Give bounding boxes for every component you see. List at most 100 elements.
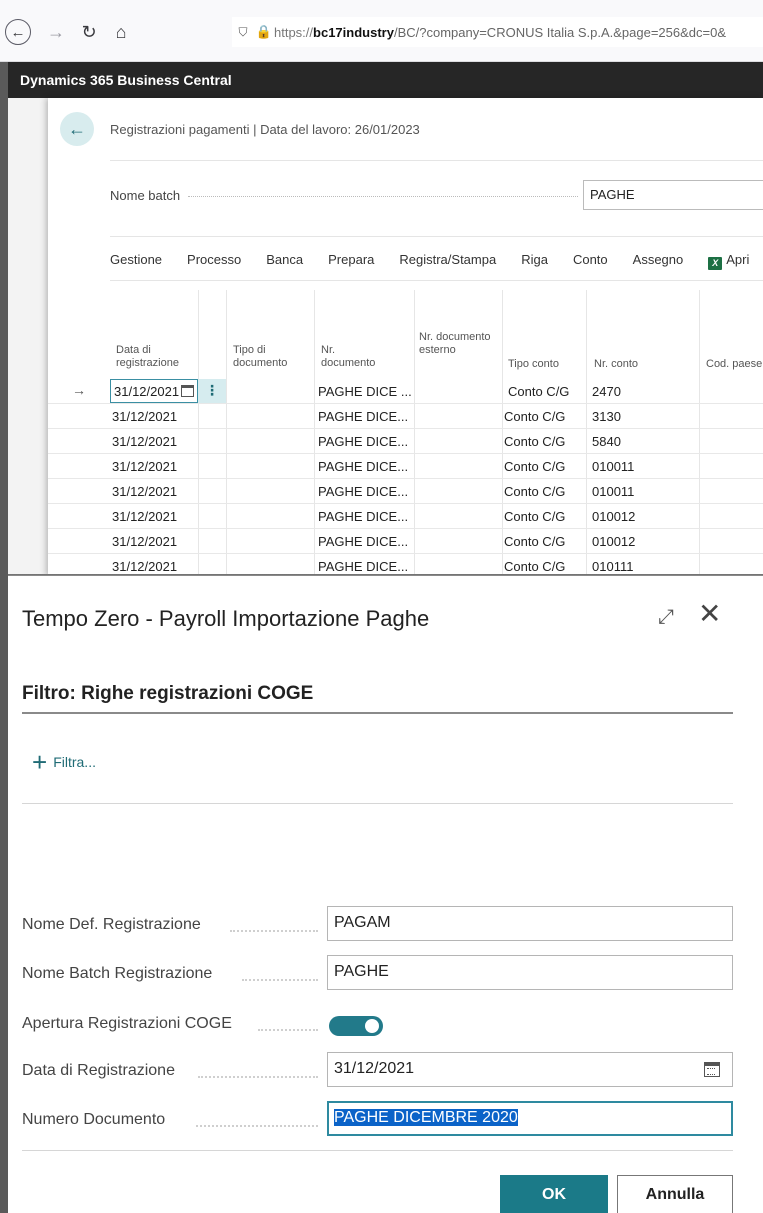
table-row[interactable]: 31/12/2021 PAGHE DICE... Conto C/G 01001…: [48, 529, 763, 554]
account-type-cell[interactable]: Conto C/G: [504, 559, 565, 574]
account-no-cell[interactable]: 010111: [592, 559, 633, 574]
doc-no-cell[interactable]: PAGHE DICE...: [318, 559, 408, 574]
calendar-icon[interactable]: [181, 385, 194, 397]
batch-name-input[interactable]: PAGHE: [327, 955, 733, 990]
account-type-cell[interactable]: Conto C/G: [508, 384, 569, 399]
browser-back-icon[interactable]: ←: [5, 19, 31, 45]
browser-reload-icon[interactable]: ↻: [76, 19, 102, 45]
account-no-cell[interactable]: 3130: [592, 409, 621, 424]
divider: [22, 803, 733, 804]
account-no-cell[interactable]: 010011: [592, 484, 634, 499]
plus-icon: +: [32, 747, 48, 777]
date-cell[interactable]: 31/12/2021: [112, 559, 177, 574]
column-header-doc-no[interactable]: Nr. documento: [321, 344, 391, 370]
divider: [22, 1150, 733, 1151]
doc-no-cell[interactable]: PAGHE DICE...: [318, 484, 408, 499]
menu-open-in-excel[interactable]: X Apri: [708, 252, 749, 270]
posting-date-input[interactable]: 31/12/2021: [327, 1052, 733, 1087]
date-cell[interactable]: 31/12/2021: [112, 509, 177, 524]
app-header: Dynamics 365 Business Central: [8, 62, 763, 98]
expand-icon[interactable]: ⤢: [658, 606, 674, 629]
address-bar[interactable]: ⛉ 🔒 https://bc17industry/BC/?company=CRO…: [232, 17, 763, 47]
account-type-cell[interactable]: Conto C/G: [504, 409, 565, 424]
document-number-input[interactable]: PAGHE DICEMBRE 2020: [327, 1101, 733, 1136]
date-cell[interactable]: 31/12/2021: [112, 434, 177, 449]
table-row[interactable]: 31/12/2021 PAGHE DICE... Conto C/G 01001…: [48, 504, 763, 529]
doc-no-cell[interactable]: PAGHE DICE...: [318, 459, 408, 474]
account-no-cell[interactable]: 010011: [592, 459, 634, 474]
batch-name-label: Nome batch: [110, 188, 181, 203]
date-cell[interactable]: 31/12/2021: [112, 409, 177, 424]
left-edge-strip: [0, 62, 8, 1213]
ok-button[interactable]: OK: [500, 1175, 608, 1213]
doc-no-cell[interactable]: PAGHE DICE...: [318, 409, 408, 424]
table-row-active[interactable]: → 31/12/2021 ⋮ PAGHE DICE ... Conto C/G …: [48, 379, 763, 404]
calendar-icon[interactable]: [704, 1062, 720, 1077]
field-dots: [196, 1125, 318, 1127]
menu-banca[interactable]: Banca: [266, 252, 303, 270]
doc-no-cell[interactable]: PAGHE DICE ...: [318, 384, 412, 399]
account-type-cell[interactable]: Conto C/G: [504, 534, 565, 549]
divider: [110, 236, 763, 237]
menu-conto[interactable]: Conto: [573, 252, 608, 270]
toggle-knob: [365, 1019, 379, 1033]
account-no-cell[interactable]: 5840: [592, 434, 621, 449]
batch-name-label: Nome Batch Registrazione: [22, 965, 213, 982]
table-row[interactable]: 31/12/2021 PAGHE DICE... Conto C/G 01001…: [48, 454, 763, 479]
cancel-button[interactable]: Annulla: [617, 1175, 733, 1213]
menu-prepara[interactable]: Prepara: [328, 252, 374, 270]
payment-journal-page: ← Registrazioni pagamenti | Data del lav…: [48, 98, 763, 576]
menu-registra-stampa[interactable]: Registra/Stampa: [399, 252, 496, 270]
doc-no-ellipsis[interactable]: ...: [401, 384, 412, 399]
posting-date-label: Data di Registrazione: [22, 1062, 175, 1079]
menu-riga[interactable]: Riga: [521, 252, 548, 270]
lock-warning-icon[interactable]: 🔒: [254, 24, 274, 40]
column-header-doc-type[interactable]: Tipo di documento: [233, 344, 309, 370]
account-type-cell[interactable]: Conto C/G: [504, 484, 565, 499]
account-no-cell[interactable]: 010012: [592, 534, 635, 549]
doc-no-value: PAGHE DICE: [318, 384, 398, 399]
doc-no-cell[interactable]: PAGHE DICE...: [318, 434, 408, 449]
close-icon[interactable]: ✕: [698, 600, 721, 628]
batch-name-field[interactable]: PAGHE: [583, 180, 763, 210]
current-row-arrow-icon: →: [72, 382, 86, 398]
open-journal-toggle[interactable]: [329, 1016, 383, 1036]
account-type-cell[interactable]: Conto C/G: [504, 434, 565, 449]
template-name-input[interactable]: PAGAM: [327, 906, 733, 941]
dialog-title: Tempo Zero - Payroll Importazione Paghe: [22, 606, 430, 631]
table-row[interactable]: 31/12/2021 PAGHE DICE... Conto C/G 01001…: [48, 479, 763, 504]
date-cell[interactable]: 31/12/2021: [112, 459, 177, 474]
browser-forward-icon[interactable]: →: [43, 19, 69, 45]
url-path: /BC/?company=CRONUS Italia S.p.A.&page=2…: [393, 24, 726, 40]
page-title: Registrazioni pagamenti | Data del lavor…: [110, 122, 420, 137]
back-arrow-icon[interactable]: ←: [60, 112, 94, 146]
column-header-date[interactable]: Data di registrazione: [116, 344, 194, 370]
add-filter-button[interactable]: + Filtra...: [32, 747, 96, 777]
url-host: bc17industry: [313, 24, 394, 40]
menu-processo[interactable]: Processo: [187, 252, 241, 270]
page-gutter: [8, 98, 48, 576]
column-header-account-type[interactable]: Tipo conto: [508, 358, 559, 371]
table-row[interactable]: 31/12/2021 PAGHE DICE... Conto C/G 3130: [48, 404, 763, 429]
url-protocol: https://: [274, 24, 314, 40]
date-cell[interactable]: 31/12/2021: [112, 534, 177, 549]
row-actions-icon[interactable]: ⋮: [198, 379, 226, 403]
posting-date-cell-input[interactable]: 31/12/2021: [110, 379, 198, 403]
account-no-cell[interactable]: 2470: [592, 384, 621, 399]
account-no-cell[interactable]: 010012: [592, 509, 635, 524]
table-row[interactable]: 31/12/2021 PAGHE DICE... Conto C/G 01011…: [48, 554, 763, 576]
menu-assegno[interactable]: Assegno: [633, 252, 684, 270]
menu-gestione[interactable]: Gestione: [110, 252, 162, 270]
column-header-ext-doc-no[interactable]: Nr. documento esterno: [419, 331, 491, 357]
browser-home-icon[interactable]: ⌂: [108, 19, 134, 45]
column-header-account-no[interactable]: Nr. conto: [594, 358, 638, 371]
account-type-cell[interactable]: Conto C/G: [504, 509, 565, 524]
table-row[interactable]: 31/12/2021 PAGHE DICE... Conto C/G 5840: [48, 429, 763, 454]
account-type-cell[interactable]: Conto C/G: [504, 459, 565, 474]
column-header-country[interactable]: Cod. paese: [706, 358, 762, 371]
date-cell[interactable]: 31/12/2021: [112, 484, 177, 499]
doc-no-cell[interactable]: PAGHE DICE...: [318, 534, 408, 549]
menu-excel-label: Apri: [726, 252, 750, 267]
doc-no-cell[interactable]: PAGHE DICE...: [318, 509, 408, 524]
app-title[interactable]: Dynamics 365 Business Central: [20, 72, 232, 88]
